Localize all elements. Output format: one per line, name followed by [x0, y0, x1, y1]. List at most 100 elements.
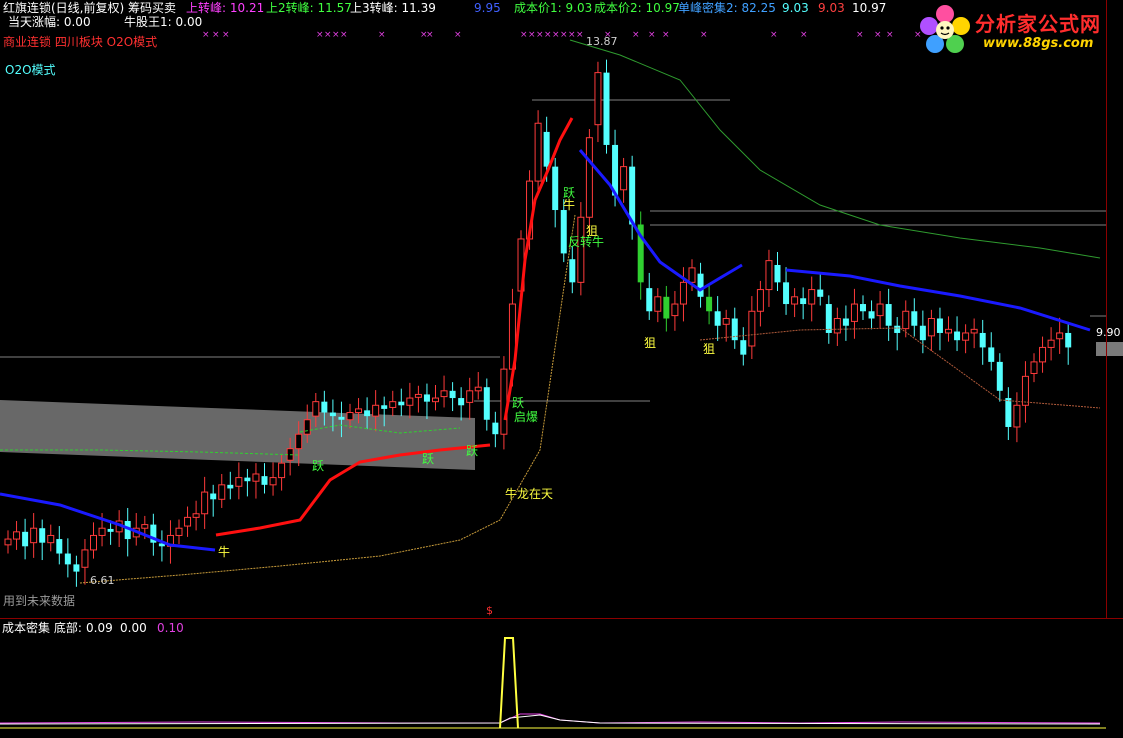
candle-body — [808, 289, 816, 305]
low-price-label: 6.61 — [90, 574, 115, 587]
signal-ju-3: 狙 — [703, 342, 716, 356]
sector-line: 商业连锁 四川板块 O2O模式 — [3, 35, 158, 49]
candle-body — [39, 528, 46, 543]
signal-niu-2: 牛 — [563, 198, 576, 212]
sub-spike — [499, 637, 519, 729]
candle-body — [466, 390, 474, 403]
x-marker: × — [426, 30, 434, 40]
candle-body — [141, 524, 149, 529]
turn-peak-3: 上3转峰: 11.39 — [350, 1, 436, 15]
x-marker: × — [202, 30, 210, 40]
candle-body — [192, 513, 200, 518]
candle-body — [791, 296, 799, 305]
candle-body — [1056, 332, 1064, 340]
candle-body — [98, 527, 106, 536]
candle-body — [825, 304, 832, 333]
candle-body — [902, 310, 910, 330]
candle-body — [22, 531, 29, 547]
candle-body — [90, 534, 97, 551]
candle-body — [329, 412, 336, 417]
candle-body — [911, 311, 918, 326]
signal-yue-3: 跃 — [466, 444, 479, 458]
value-9-95: 9.95 — [474, 1, 501, 15]
candle-body — [1030, 361, 1038, 374]
candle-body — [261, 476, 268, 485]
gray-consolidation-band — [0, 400, 475, 470]
candle-body — [765, 260, 773, 291]
signal-ju-1: 狙 — [586, 224, 599, 238]
x-marker: × — [560, 30, 568, 40]
candle-body — [860, 304, 866, 312]
candle-body — [227, 484, 234, 489]
candle-body — [697, 273, 704, 297]
candle-body — [458, 398, 465, 406]
candle-body — [364, 410, 371, 417]
x-marker: × — [700, 30, 708, 40]
signal-qibao: 启爆 — [514, 410, 539, 424]
future-data-warning: 用到未来数据 — [3, 594, 76, 608]
candle-body — [654, 296, 662, 312]
candle-body — [372, 404, 380, 417]
x-marker: × — [454, 30, 462, 40]
candle-body — [979, 332, 986, 348]
candle-body — [355, 408, 363, 414]
candle-body — [1013, 404, 1021, 428]
candle-body — [47, 534, 55, 544]
candle-body — [585, 137, 593, 218]
candle-body — [850, 303, 858, 322]
site-logo[interactable]: 分析家公式网 www.88gs.com — [913, 0, 1123, 58]
x-marker: × — [528, 30, 536, 40]
candle-body — [483, 387, 490, 420]
candle-body — [842, 318, 849, 326]
candle-body — [817, 289, 824, 297]
candle-body — [885, 304, 892, 326]
candle-body — [706, 296, 713, 312]
sub-chart-title: 成本密集 底部: — [2, 621, 82, 635]
x-marker: × — [648, 30, 656, 40]
candle-body — [927, 318, 935, 337]
candle-body — [295, 433, 303, 450]
main-right-border — [1106, 0, 1107, 618]
x-marker: × — [800, 30, 808, 40]
x-marker: × — [552, 30, 560, 40]
x-marker: × — [874, 30, 882, 40]
signal-niu-1: 牛 — [218, 545, 231, 559]
signal-yue-2: 跃 — [422, 452, 435, 466]
candle-body — [312, 401, 320, 417]
candle-body — [543, 131, 550, 167]
candle-body — [406, 397, 414, 406]
candle-body — [269, 477, 277, 486]
signal-ju-2: 狙 — [644, 336, 657, 350]
candle-body — [432, 397, 439, 403]
candle-body — [398, 401, 405, 406]
dollar-marker: $ — [486, 604, 493, 617]
candle-body — [783, 282, 790, 305]
readout-1: 9.03 — [782, 1, 809, 15]
x-marker: × — [378, 30, 386, 40]
x-marker: × — [222, 30, 230, 40]
x-marker: × — [212, 30, 220, 40]
o2o-label: O2O模式 — [5, 63, 56, 77]
blue-ma-line-mid — [578, 149, 743, 292]
candle-body — [500, 368, 508, 435]
candle-body — [740, 340, 747, 355]
candle-body — [671, 303, 679, 317]
cost-price-2: 成本价2: 10.97 — [594, 1, 680, 15]
candle-body — [244, 477, 251, 482]
candle-body — [894, 325, 901, 333]
signal-yue-5: 跃 — [563, 186, 576, 200]
candle-body — [107, 528, 114, 532]
candle-body — [552, 166, 559, 211]
candle-body — [577, 216, 585, 283]
candle-body — [449, 390, 456, 399]
candle-body — [679, 281, 687, 305]
candle-body — [175, 527, 183, 536]
candle-body — [338, 416, 345, 420]
flower-logo-icon — [920, 5, 970, 53]
candle-body — [534, 122, 542, 182]
turn-peak-1: 上转峰: 10.21 — [186, 1, 265, 15]
candle-body — [876, 303, 884, 317]
logo-url: www.88gs.com — [983, 36, 1094, 51]
x-marker: × — [886, 30, 894, 40]
candle-body — [13, 531, 21, 540]
